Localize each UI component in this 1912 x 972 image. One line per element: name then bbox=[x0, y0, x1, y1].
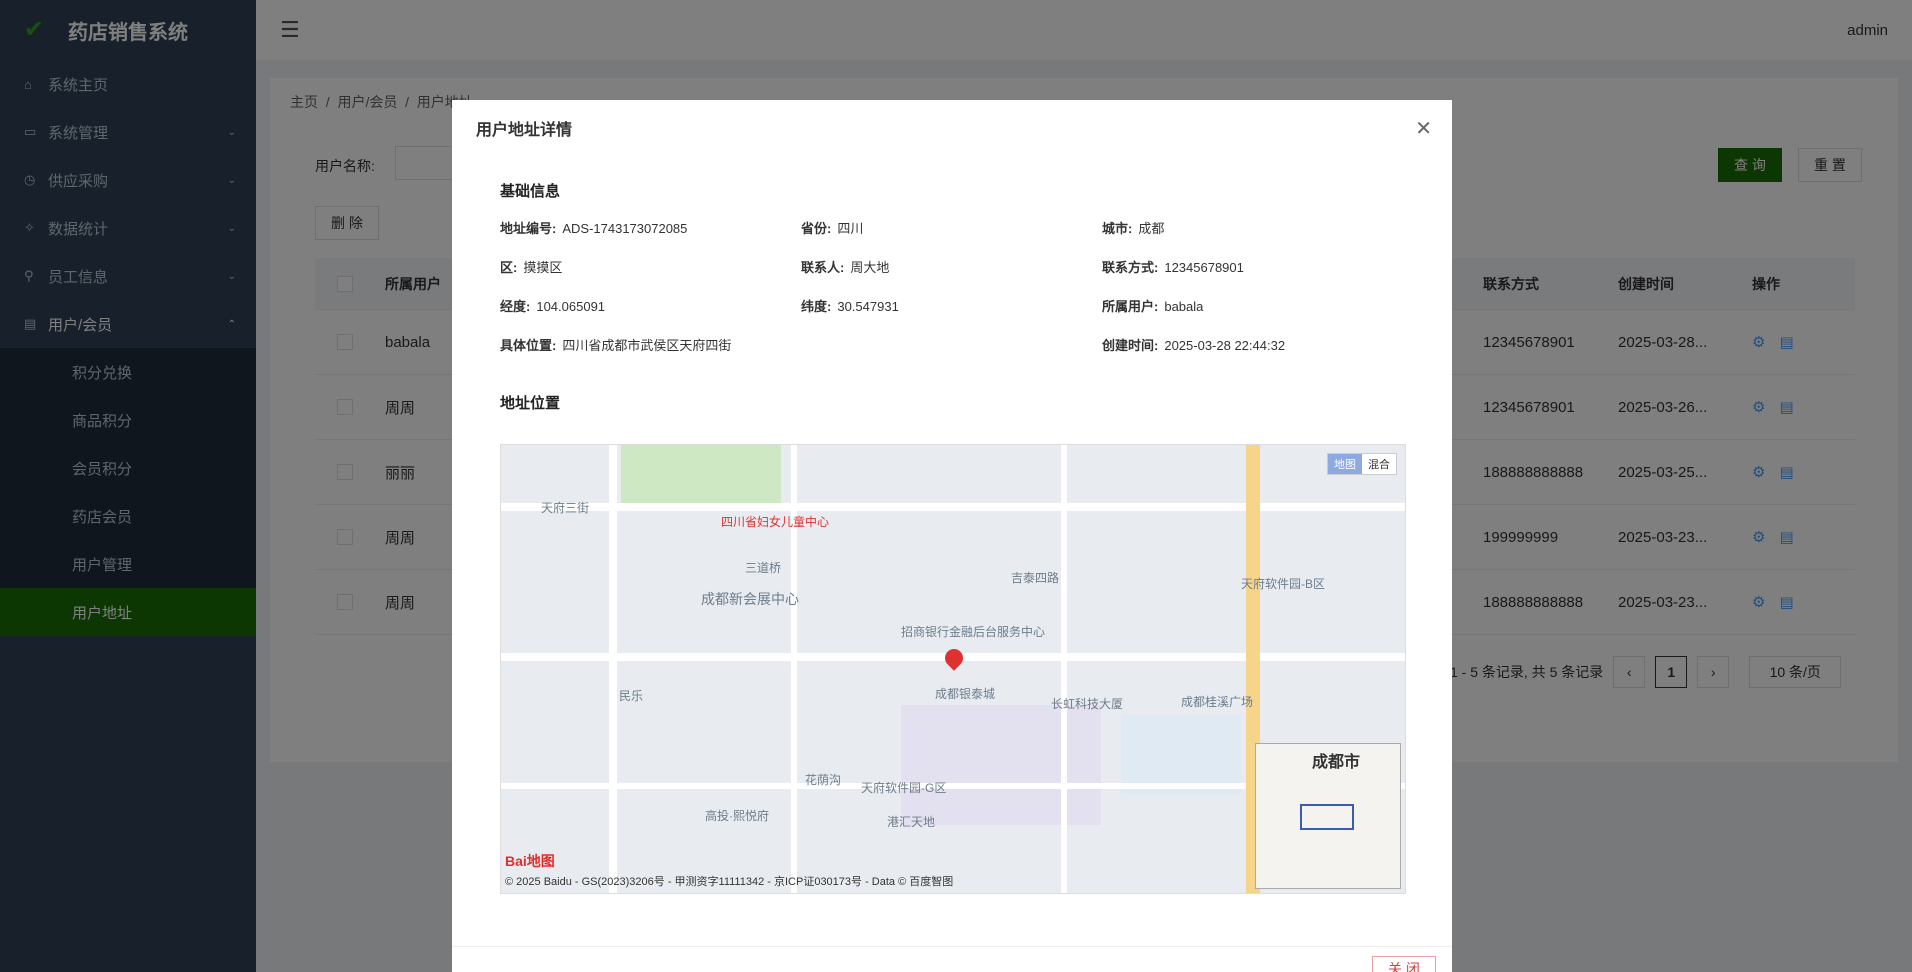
field-district: 区: 摸摸区 bbox=[500, 260, 563, 275]
address-detail-modal: 用户地址详情 ✕ 基础信息 地址编号: ADS-1743173072085 省份:… bbox=[452, 100, 1452, 972]
field-province: 省份: 四川 bbox=[801, 221, 864, 236]
minimap-city: 成都市 bbox=[1312, 754, 1361, 771]
baidu-map[interactable]: 天府三街 三道桥 成都新会展中心 吉泰四路 成都银泰城 天府软件园-G区 花荫沟… bbox=[500, 444, 1406, 894]
field-latitude: 纬度: 30.547931 bbox=[801, 299, 899, 314]
map-copyright: © 2025 Baidu - GS(2023)3206号 - 甲测资字11111… bbox=[505, 876, 954, 888]
minimap-viewport bbox=[1300, 804, 1354, 830]
modal-title: 用户地址详情 bbox=[452, 100, 1452, 156]
field-owner: 所属用户: babala bbox=[1102, 299, 1204, 314]
map-type-map[interactable]: 地图 bbox=[1328, 454, 1362, 474]
overview-minimap[interactable]: 成都市 bbox=[1255, 743, 1401, 889]
basic-info-heading: 基础信息 bbox=[500, 183, 561, 200]
close-button[interactable]: 关 闭 bbox=[1372, 956, 1436, 972]
field-longitude: 经度: 104.065091 bbox=[500, 299, 606, 314]
baidu-logo: Bai地图 bbox=[505, 853, 555, 869]
modal-footer-divider bbox=[452, 946, 1452, 947]
field-city: 城市: 成都 bbox=[1102, 221, 1165, 236]
field-code: 地址编号: ADS-1743173072085 bbox=[500, 221, 688, 236]
map-type-switch: 地图 混合 bbox=[1327, 453, 1397, 475]
location-heading: 地址位置 bbox=[500, 395, 561, 412]
field-phone: 联系方式: 12345678901 bbox=[1102, 260, 1244, 275]
field-contact: 联系人: 周大地 bbox=[801, 260, 890, 275]
map-type-hybrid[interactable]: 混合 bbox=[1362, 454, 1396, 474]
field-created: 创建时间: 2025-03-28 22:44:32 bbox=[1102, 338, 1286, 353]
field-address: 具体位置: 四川省成都市武侯区天府四街 bbox=[500, 338, 732, 353]
close-icon[interactable]: ✕ bbox=[1415, 116, 1432, 141]
